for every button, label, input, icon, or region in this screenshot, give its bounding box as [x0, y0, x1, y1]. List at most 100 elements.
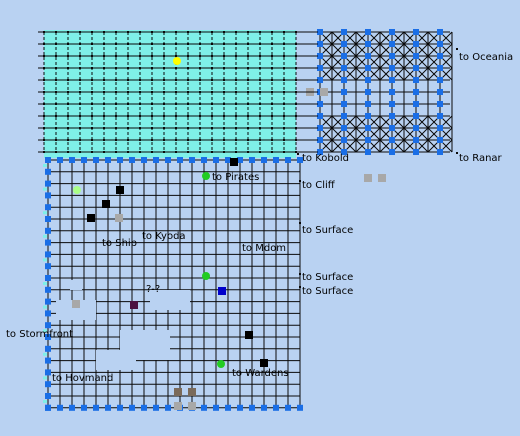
label-to-wardens[interactable]: to Wardens: [232, 368, 289, 379]
label-to-hovmand[interactable]: to Hovmand: [52, 373, 113, 384]
label-to-oceania[interactable]: to Oceania: [459, 52, 513, 63]
grid-node: [139, 43, 141, 45]
grid-node: [43, 67, 45, 69]
label-to-kyoda[interactable]: to Kyoda: [142, 231, 186, 242]
grid-node: [283, 103, 285, 105]
grid-node: [151, 127, 153, 129]
grid-node: [151, 103, 153, 105]
grid-node: [199, 67, 201, 69]
label-to-cliff[interactable]: to Cliff: [302, 180, 336, 191]
label-to-surface-2[interactable]: to Surface: [302, 272, 353, 283]
door-marker: [341, 113, 347, 119]
grid-node: [115, 55, 117, 57]
grid-node: [43, 31, 45, 33]
grid-node: [271, 139, 273, 141]
door-marker: [45, 263, 51, 270]
grid-node: [199, 55, 201, 57]
door-marker: [365, 137, 371, 143]
grid-node: [283, 43, 285, 45]
door-marker: [365, 101, 371, 107]
door-marker: [141, 157, 147, 163]
grid-node: [91, 43, 93, 45]
event-black-marker-4: [87, 214, 95, 222]
grid-node: [235, 127, 237, 129]
label-to-ranar[interactable]: to Ranar: [459, 153, 503, 164]
grid-node: [271, 115, 273, 117]
door-marker: [437, 65, 443, 71]
door-marker: [249, 404, 255, 411]
door-marker: [45, 204, 51, 211]
grid-node: [115, 67, 117, 69]
grid-node: [115, 115, 117, 117]
label-to-surface-3[interactable]: to Surface: [302, 286, 353, 297]
door-marker: [365, 89, 371, 95]
door-marker: [105, 404, 111, 411]
label-to-kobold[interactable]: to Kobold: [302, 153, 349, 164]
grid-node: [235, 31, 237, 33]
door-marker: [341, 77, 347, 83]
grid-node: [223, 115, 225, 117]
grid-node: [163, 91, 165, 93]
label-to-ship[interactable]: to Ship: [102, 238, 137, 249]
grid-node: [79, 103, 81, 105]
grid-node: [163, 151, 165, 153]
grid-node: [211, 127, 213, 129]
grid-node: [199, 31, 201, 33]
grid-node: [67, 43, 69, 45]
door-marker: [213, 157, 219, 163]
door-marker: [189, 157, 195, 163]
dungeon-map[interactable]: to Oceania to Ranar to Kobold to Pirates…: [0, 0, 520, 436]
door-marker: [273, 404, 279, 411]
grid-node: [211, 103, 213, 105]
grid-node: [55, 43, 57, 45]
label-to-surface-1[interactable]: to Surface: [302, 225, 353, 236]
door-marker: [93, 157, 99, 163]
grid-node: [271, 31, 273, 33]
grid-node: [115, 151, 117, 153]
door-marker: [45, 322, 51, 329]
grid-node: [199, 127, 201, 129]
door-marker: [341, 41, 347, 47]
door-marker: [389, 41, 395, 47]
grid-node: [175, 67, 177, 69]
grid-node: [91, 151, 93, 153]
door-marker: [45, 393, 51, 399]
grid-node: [115, 127, 117, 129]
passage-marker: [43, 376, 47, 380]
label-unknown: ?-?: [146, 284, 160, 295]
grid-node: [151, 67, 153, 69]
door-marker: [177, 157, 183, 163]
grid-node: [91, 103, 93, 105]
grid-node: [283, 151, 285, 153]
door-marker: [141, 404, 147, 411]
door-marker: [365, 29, 371, 35]
door-marker: [69, 157, 75, 163]
grid-node: [283, 91, 285, 93]
grid-node: [211, 43, 213, 45]
door-marker: [261, 404, 267, 411]
door-marker: [45, 286, 51, 293]
label-to-pirates[interactable]: to Pirates: [212, 172, 259, 183]
door-marker: [341, 101, 347, 107]
event-green-marker-2: [202, 272, 210, 280]
grid-node: [67, 151, 69, 153]
event-gray-marker-1: [115, 214, 123, 222]
grid-node: [259, 67, 261, 69]
label-to-stormfront[interactable]: to Stormfront: [6, 329, 73, 340]
door-marker: [437, 41, 443, 47]
door-marker: [365, 77, 371, 83]
door-marker: [341, 29, 347, 35]
door-marker: [45, 157, 51, 163]
grid-node: [271, 67, 273, 69]
event-brown-marker-1: [174, 388, 182, 396]
grid-node: [211, 115, 213, 117]
grid-node: [55, 127, 57, 129]
grid-node: [211, 139, 213, 141]
door-marker: [201, 157, 207, 163]
grid-node: [91, 79, 93, 81]
grid-node: [247, 151, 249, 153]
label-to-mdom[interactable]: to Mdom: [242, 243, 286, 254]
door-marker: [261, 157, 267, 163]
door-marker: [389, 101, 395, 107]
door-marker: [45, 227, 51, 234]
